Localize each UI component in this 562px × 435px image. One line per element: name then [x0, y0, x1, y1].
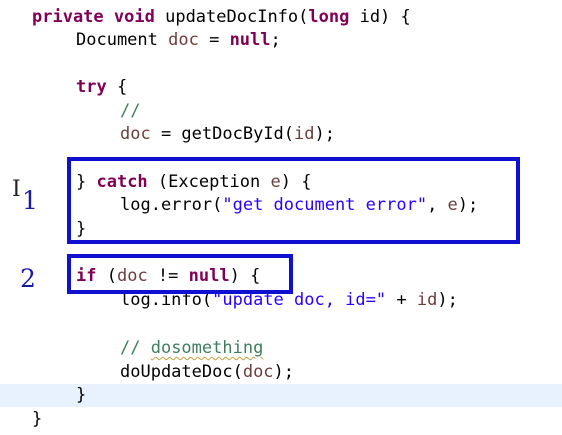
- annotation-box-catch-block: [67, 157, 520, 244]
- code-line-dosomething-comment: // dosomething: [120, 338, 264, 358]
- code-line-if-close: }: [76, 385, 87, 405]
- annotation-box-if-condition: [67, 254, 293, 294]
- annotation-marker-2: 2: [20, 264, 36, 293]
- code-line-method-close: }: [32, 409, 43, 429]
- annotation-marker-1: 1: [22, 186, 38, 215]
- code-line-empty-comment: //: [120, 101, 141, 121]
- code-line-do-update: doUpdateDoc(doc);: [120, 362, 295, 382]
- text-cursor-icon: I: [12, 177, 21, 202]
- code-line-try: try {: [76, 77, 128, 97]
- code-line-doc-declaration: Document doc = null;: [76, 30, 281, 50]
- code-line-method-signature: private void updateDocInfo(long id) {: [32, 7, 411, 27]
- spellcheck-warning: dosomething: [150, 338, 264, 358]
- code-line-get-doc: doc = getDocById(id);: [120, 124, 335, 144]
